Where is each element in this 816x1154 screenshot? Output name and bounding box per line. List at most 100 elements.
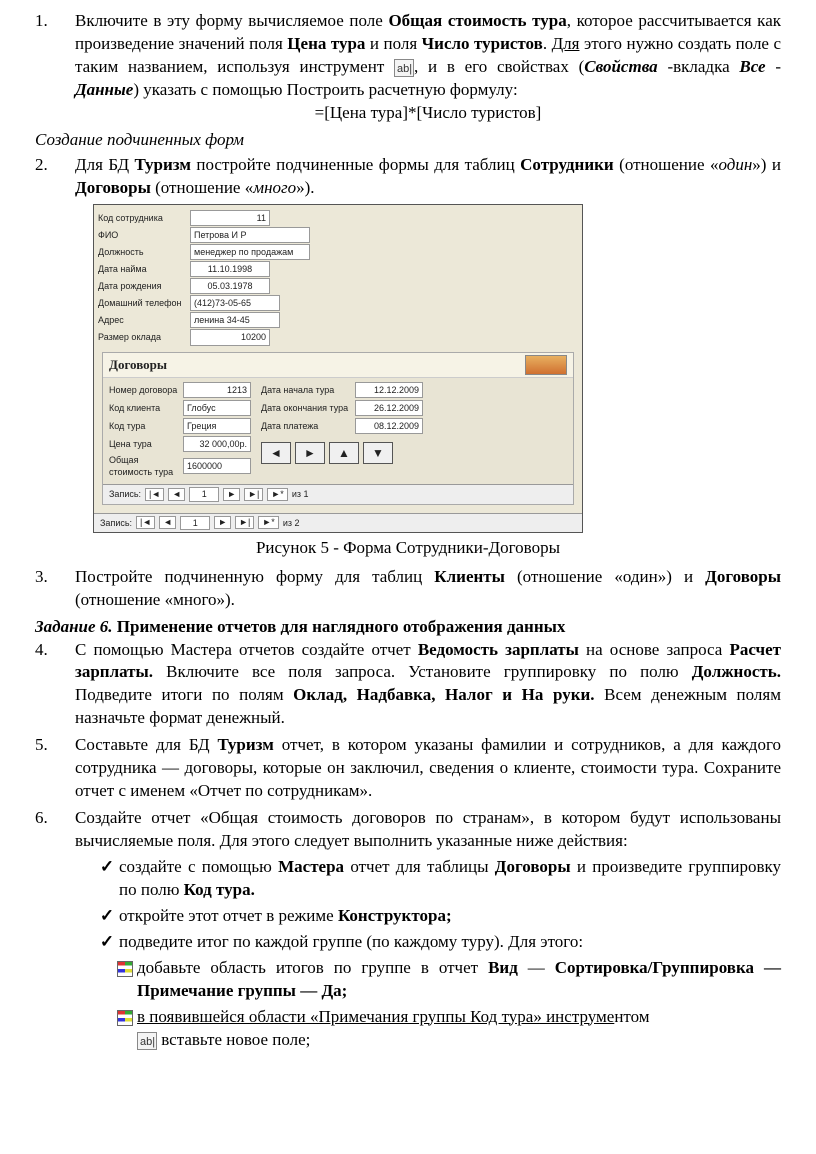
text: , и в его свойствах ( <box>414 57 584 76</box>
new-record-button[interactable]: ►* <box>258 516 278 529</box>
field-label: Код тура <box>109 420 179 432</box>
record-nav-subform: Запись: |◄ ◄ 1 ► ►| ►* из 1 <box>103 484 573 503</box>
sublist-item: добавьте область итогов по группе в отче… <box>113 957 781 1003</box>
underline-text: в появившейся области «Примечания группы… <box>137 1007 614 1026</box>
last-record-button[interactable]: ►| <box>235 516 254 529</box>
text: добавьте область итогов по группе в отче… <box>137 958 488 977</box>
field-value[interactable]: Греция <box>183 418 251 434</box>
decorative-image <box>525 355 567 375</box>
field-value[interactable]: 32 000,00р. <box>183 436 251 452</box>
field-label: Цена тура <box>109 438 179 450</box>
item-body: Постройте подчиненную форму для таблиц К… <box>75 566 781 612</box>
text: откройте этот отчет в режиме <box>119 906 338 925</box>
task-lead: Задание 6. <box>35 617 113 636</box>
field-label: Дата найма <box>98 263 190 275</box>
field-label: Домашний телефон <box>98 297 190 309</box>
textbox-tool-icon <box>137 1032 157 1050</box>
item-body: Включите в эту форму вычисляемое поле Об… <box>75 10 781 125</box>
field-value[interactable]: 26.12.2009 <box>355 400 423 416</box>
bold-text: Код тура. <box>184 880 255 899</box>
record-label: Запись: <box>100 517 132 529</box>
next-record-button[interactable]: ► <box>214 516 231 529</box>
nav-next-button[interactable]: ► <box>295 442 325 464</box>
field-label: ФИО <box>98 229 190 241</box>
text: Включите все поля запроса. Установите гр… <box>153 662 692 681</box>
text: нтом <box>614 1007 649 1026</box>
record-number-input[interactable]: 1 <box>180 516 210 530</box>
first-record-button[interactable]: |◄ <box>136 516 155 529</box>
italic: много <box>253 178 296 197</box>
field-value[interactable]: 12.12.2009 <box>355 382 423 398</box>
text: Составьте для БД <box>75 735 217 754</box>
field-label: Размер оклада <box>98 331 190 343</box>
item-body: Составьте для БД Туризм отчет, в котором… <box>75 734 781 803</box>
prev-record-button[interactable]: ◄ <box>168 488 185 501</box>
prev-record-button[interactable]: ◄ <box>159 516 176 529</box>
record-label: Запись: <box>109 488 141 500</box>
item-number: 2. <box>35 154 75 200</box>
nav-up-button[interactable]: ▲ <box>329 442 359 464</box>
item-number: 6. <box>35 807 75 1054</box>
bold-text: Туризм <box>135 155 191 174</box>
nav-prev-button[interactable]: ◄ <box>261 442 291 464</box>
win-bullet-icon <box>113 957 137 1003</box>
field-value[interactable]: 08.12.2009 <box>355 418 423 434</box>
list-item-5: 5. Составьте для БД Туризм отчет, в кото… <box>35 734 781 803</box>
field-value[interactable]: 10200 <box>190 329 270 345</box>
bold-text: Оклад, Надбавка, Налог и На руки. <box>293 685 594 704</box>
field-value[interactable]: 1600000 <box>183 458 251 474</box>
task-title: Применение отчетов для наглядного отобра… <box>113 617 566 636</box>
record-number-input[interactable]: 1 <box>189 487 219 501</box>
nav-down-button[interactable]: ▼ <box>363 442 393 464</box>
field-label: Дата окончания тура <box>261 402 351 414</box>
sublist-item: в появившейся области «Примечания группы… <box>113 1006 781 1052</box>
figure-caption: Рисунок 5 - Форма Сотрудники-Договоры <box>35 537 781 560</box>
check-bullet <box>95 905 119 928</box>
record-of: из 2 <box>283 517 300 529</box>
field-value[interactable]: (412)73-05-65 <box>190 295 280 311</box>
bold-text: Должность. <box>692 662 781 681</box>
field-label: Дата рождения <box>98 280 190 292</box>
bold-text: Туризм <box>217 735 273 754</box>
text: - <box>766 57 781 76</box>
task-heading: Задание 6. Применение отчетов для нагляд… <box>35 616 781 639</box>
bold-text: Мастера <box>278 857 344 876</box>
field-value[interactable]: ленина 34-45 <box>190 312 280 328</box>
bold-text: Вид <box>488 958 518 977</box>
new-record-button[interactable]: ►* <box>267 488 287 501</box>
bold-text: Сотрудники <box>520 155 614 174</box>
bold-text: Договоры <box>495 857 571 876</box>
field-label: Дата начала тура <box>261 384 351 396</box>
text: подведите итог по каждой группе (по кажд… <box>119 932 583 951</box>
field-label: Общая стоимость тура <box>109 454 179 478</box>
field-value[interactable]: 11 <box>190 210 270 226</box>
text: (отношение «много»). <box>75 590 235 609</box>
field-value[interactable]: Глобус <box>183 400 251 416</box>
field-label: Дата платежа <box>261 420 351 432</box>
bold-italic: Все <box>739 57 765 76</box>
field-value[interactable]: 1213 <box>183 382 251 398</box>
list-item-1: 1. Включите в эту форму вычисляемое поле… <box>35 10 781 125</box>
text: Включите в эту форму вычисляемое поле <box>75 11 388 30</box>
item-number: 1. <box>35 10 75 125</box>
field-value[interactable]: 11.10.1998 <box>190 261 270 277</box>
subform-panel: Договоры Номер договора1213 Код клиентаГ… <box>102 352 574 505</box>
next-record-button[interactable]: ► <box>223 488 240 501</box>
list-item-2: 2. Для БД Туризм постройте подчиненные ф… <box>35 154 781 200</box>
field-label: Должность <box>98 246 190 258</box>
list-item-3: 3. Постройте подчиненную форму для табли… <box>35 566 781 612</box>
last-record-button[interactable]: ►| <box>244 488 263 501</box>
field-value[interactable]: Петрова И Р <box>190 227 310 243</box>
text: вставьте новое поле; <box>157 1030 310 1049</box>
text: Постройте подчиненную форму для таблиц <box>75 567 434 586</box>
record-of: из 1 <box>292 488 309 500</box>
item-number: 3. <box>35 566 75 612</box>
field-value[interactable]: 05.03.1978 <box>190 278 270 294</box>
first-record-button[interactable]: |◄ <box>145 488 164 501</box>
text: »). <box>296 178 314 197</box>
field-label: Адрес <box>98 314 190 326</box>
field-value[interactable]: менеджер по продажам <box>190 244 310 260</box>
win-bullet-icon <box>113 1006 137 1052</box>
bold-text: Конструктора; <box>338 906 452 925</box>
check-bullet <box>95 931 119 954</box>
